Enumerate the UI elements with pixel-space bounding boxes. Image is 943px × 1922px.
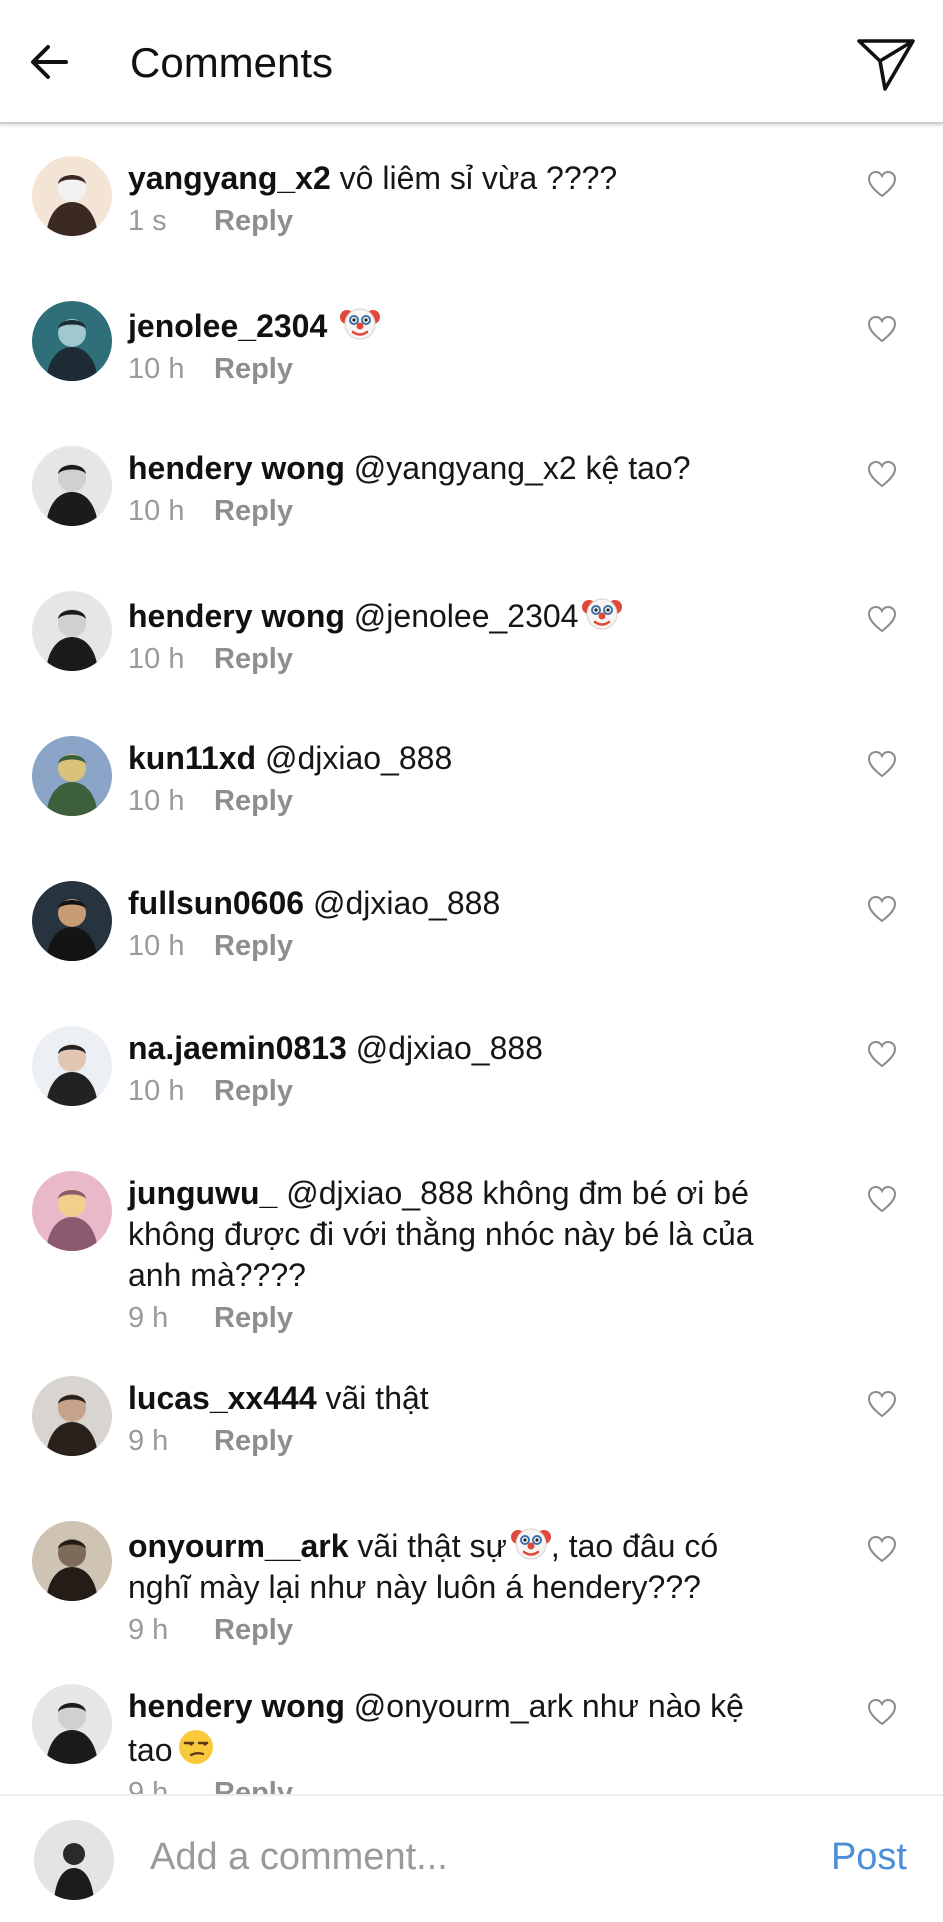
comment-time: 10 h: [128, 643, 185, 675]
comment-username[interactable]: hendery wong: [128, 598, 345, 634]
reply-button[interactable]: Reply: [214, 785, 293, 817]
reply-button[interactable]: Reply: [214, 1075, 293, 1107]
heart-icon[interactable]: [867, 1040, 897, 1068]
arrow-left-icon[interactable]: [26, 38, 74, 86]
comment-composer: Post: [0, 1794, 943, 1922]
heart-icon[interactable]: [867, 895, 897, 923]
comment-time: 9 h: [128, 1614, 169, 1646]
comment-time: 9 h: [128, 1777, 169, 1794]
avatar[interactable]: [32, 446, 112, 526]
comment-username[interactable]: kun11xd: [128, 740, 256, 776]
avatar[interactable]: [32, 1684, 112, 1764]
avatar[interactable]: [32, 881, 112, 961]
avatar[interactable]: [32, 1521, 112, 1601]
comment-body: jenolee_2304 10 h Reply: [128, 303, 808, 389]
comment-meta: 9 h Reply: [128, 1610, 768, 1650]
comment-meta: 10 h Reply: [128, 926, 808, 966]
comment-body: onyourm__ark vãi thật sự, tao đâu có ngh…: [128, 1523, 768, 1650]
comment-text: vãi thật sự: [357, 1528, 507, 1564]
clown-face-emoji: [582, 598, 623, 630]
comment-meta: 9 h Reply: [128, 1298, 808, 1338]
reply-button[interactable]: Reply: [214, 495, 293, 527]
reply-button[interactable]: Reply: [214, 930, 293, 962]
comment-meta: 1 s Reply: [128, 201, 808, 241]
reply-button[interactable]: Reply: [214, 1302, 293, 1334]
clown-face-emoji: [510, 1528, 551, 1560]
comment-text: @yangyang_x2 kệ tao?: [353, 450, 691, 486]
comment-text: @djxiao_888: [312, 885, 501, 921]
comment-time: 9 h: [128, 1302, 169, 1334]
comment-list[interactable]: yangyang_x2 vô liêm sỉ vừa ???? 1 s Reply j…: [0, 124, 943, 1794]
heart-icon[interactable]: [867, 605, 897, 633]
comment-meta: 9 h Reply: [128, 1773, 788, 1794]
send-icon[interactable]: [855, 33, 917, 93]
comment-body: hendery wong @yangyang_x2 kệ tao? 10 h Rep…: [128, 448, 808, 531]
heart-icon[interactable]: [867, 460, 897, 488]
reply-button[interactable]: Reply: [214, 643, 293, 675]
comment-time: 10 h: [128, 785, 185, 817]
comment-body: fullsun0606 @djxiao_888 10 h Reply: [128, 883, 808, 966]
comment-username[interactable]: lucas_xx444: [128, 1380, 317, 1416]
top-bar: Comments: [0, 0, 943, 124]
reply-button[interactable]: Reply: [214, 205, 293, 237]
avatar[interactable]: [32, 301, 112, 381]
page-title: Comments: [130, 39, 334, 86]
heart-icon[interactable]: [867, 750, 897, 778]
comment-meta: 9 h Reply: [128, 1421, 808, 1461]
avatar[interactable]: [32, 1376, 112, 1456]
comment-meta: 10 h Reply: [128, 349, 808, 389]
avatar[interactable]: [32, 156, 112, 236]
comment-time: 10 h: [128, 353, 185, 385]
clown-face-emoji: [340, 308, 381, 340]
comment-username[interactable]: junguwu_: [128, 1175, 277, 1211]
heart-icon[interactable]: [867, 1185, 897, 1213]
comment-meta: 10 h Reply: [128, 639, 808, 679]
comment-username[interactable]: hendery wong: [128, 450, 345, 486]
avatar[interactable]: [32, 736, 112, 816]
heart-icon[interactable]: [867, 1390, 897, 1418]
comment-text: @djxiao_888: [264, 740, 453, 776]
comment-text: @jenolee_2304: [353, 598, 579, 634]
avatar[interactable]: [32, 1171, 112, 1251]
comment-body: lucas_xx444 vãi thật 9 h Reply: [128, 1378, 808, 1461]
comment-username[interactable]: yangyang_x2: [128, 160, 331, 196]
avatar: [34, 1820, 114, 1900]
heart-icon[interactable]: [867, 315, 897, 343]
comment-text: vãi thật: [325, 1380, 429, 1416]
comment-text: @djxiao_888: [355, 1030, 543, 1066]
comment-username[interactable]: jenolee_2304: [128, 308, 327, 344]
comment-body: yangyang_x2 vô liêm sỉ vừa ???? 1 s Reply: [128, 158, 808, 241]
comment-time: 1 s: [128, 205, 167, 237]
comment-body: hendery wong @onyourm_ark như nào kệ tao…: [128, 1686, 788, 1794]
comment-body: na.jaemin0813 @djxiao_888 10 h Reply: [128, 1028, 808, 1111]
comment-meta: 10 h Reply: [128, 781, 808, 821]
comment-meta: 10 h Reply: [128, 491, 808, 531]
heart-icon[interactable]: [867, 170, 897, 198]
reply-button[interactable]: Reply: [214, 1614, 293, 1646]
comment-meta: 10 h Reply: [128, 1071, 808, 1111]
reply-button[interactable]: Reply: [214, 1777, 293, 1794]
comment-username[interactable]: onyourm__ark: [128, 1528, 349, 1564]
comment-time: 10 h: [128, 495, 185, 527]
comment-time: 10 h: [128, 1075, 185, 1107]
comment-input[interactable]: [150, 1832, 770, 1882]
comment-text: vô liêm sỉ vừa ????: [339, 160, 618, 196]
reply-button[interactable]: Reply: [214, 1425, 293, 1457]
comment-body: kun11xd @djxiao_888 10 h Reply: [128, 738, 808, 821]
heart-icon[interactable]: [867, 1535, 897, 1563]
comment-username[interactable]: na.jaemin0813: [128, 1030, 347, 1066]
comment-username[interactable]: fullsun0606: [128, 885, 304, 921]
heart-icon[interactable]: [867, 1698, 897, 1726]
post-button[interactable]: Post: [831, 1836, 907, 1879]
comment-username[interactable]: hendery wong: [128, 1688, 345, 1724]
avatar[interactable]: [32, 1026, 112, 1106]
comment-body: junguwu_ @djxiao_888 không đm bé ơi bé k…: [128, 1173, 808, 1338]
reply-button[interactable]: Reply: [214, 353, 293, 385]
comment-time: 10 h: [128, 930, 185, 962]
unamused-face-emoji: [179, 1730, 214, 1764]
comment-time: 9 h: [128, 1425, 169, 1457]
avatar[interactable]: [32, 591, 112, 671]
comment-body: hendery wong @jenolee_2304 10 h Reply: [128, 593, 808, 679]
